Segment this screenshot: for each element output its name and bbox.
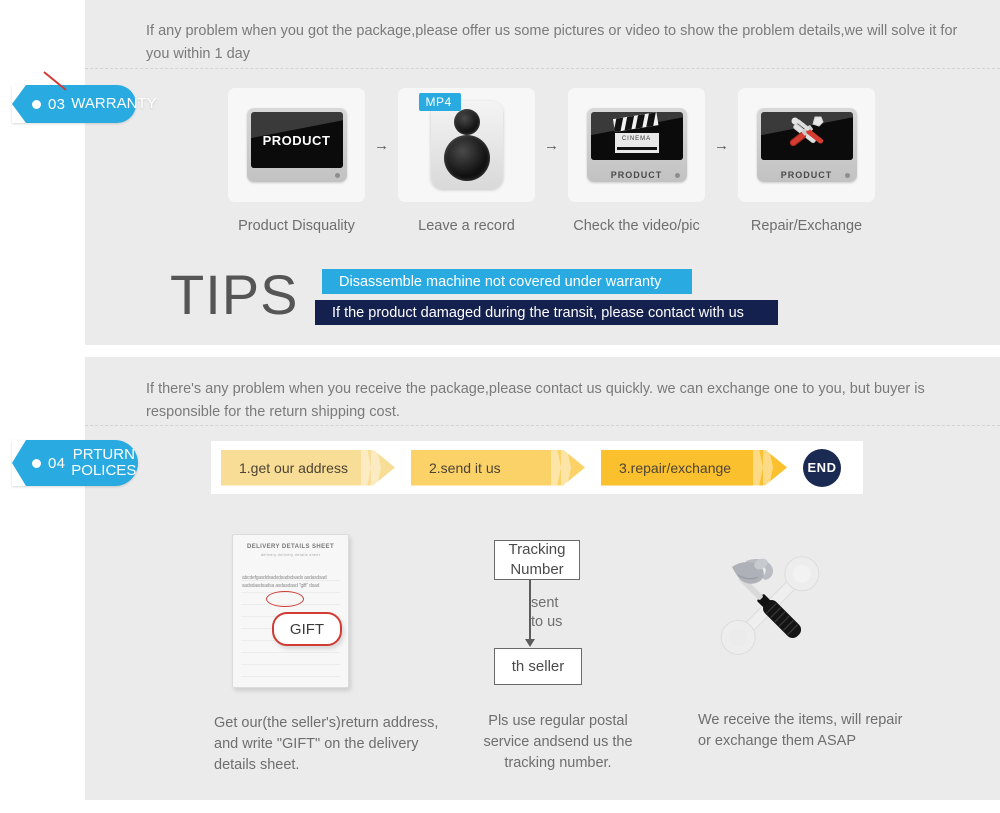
hammer-wrench-icon bbox=[720, 556, 820, 655]
callout-tail-icon bbox=[43, 71, 67, 91]
return-flow-end-badge: END bbox=[803, 448, 841, 487]
sheet-body-text: abcdefgasddsadsdsadsdsads asdasdsadsadsd… bbox=[242, 575, 327, 589]
return-flow-step-3[interactable]: 3.repair/exchange bbox=[601, 450, 787, 486]
speaker-cone-small-icon bbox=[453, 109, 480, 135]
step-card: PRODUCT bbox=[228, 88, 365, 202]
gift-highlight-ellipse-icon bbox=[266, 591, 304, 607]
step-caption: Product Disquality bbox=[238, 218, 355, 234]
warranty-step-2: MP4 Leave a record bbox=[398, 88, 535, 234]
step-arrow-icon: → bbox=[714, 136, 729, 154]
warranty-step-3: CINEMA PRODUCT Check the video/pic bbox=[568, 88, 705, 234]
flow-connector-label: sent to us bbox=[531, 595, 563, 630]
monitor-tools-icon: PRODUCT bbox=[756, 108, 857, 182]
tip-bar-2: If the product damaged during the transi… bbox=[315, 300, 778, 325]
step-arrow-icon: → bbox=[374, 136, 389, 154]
monitor-bezel-label: PRODUCT bbox=[780, 170, 833, 180]
return-flow-step-1[interactable]: 1.get our address bbox=[221, 450, 395, 486]
return-flow-step-1-label: 1.get our address bbox=[239, 459, 348, 476]
warranty-tag-number: 03 bbox=[48, 95, 66, 113]
warranty-tag-label: WARRANTY bbox=[71, 95, 157, 112]
monitor-bezel-label: PRODUCT bbox=[610, 170, 663, 180]
tip-bar-1: Disassemble machine not covered under wa… bbox=[322, 269, 692, 294]
step-card: CINEMA PRODUCT bbox=[568, 88, 705, 202]
warranty-divider bbox=[85, 68, 1000, 69]
step-card: MP4 bbox=[398, 88, 535, 202]
seller-box: th seller bbox=[494, 648, 582, 685]
return-flow-band: 1.get our address 2.send it us 3.repair/… bbox=[211, 441, 863, 494]
return-flow-step-3-label: 3.repair/exchange bbox=[619, 459, 732, 476]
step-caption: Leave a record bbox=[418, 218, 515, 234]
power-led-icon bbox=[334, 173, 340, 178]
returns-column-2-caption: Pls use regular postal service andsend u… bbox=[483, 713, 633, 771]
monitor-screen: CINEMA bbox=[590, 112, 683, 160]
gift-callout-bubble: GIFT bbox=[272, 612, 342, 646]
clapper-label: CINEMA bbox=[621, 136, 652, 142]
screwdriver-wrench-icon bbox=[783, 114, 831, 159]
step-card: PRODUCT bbox=[738, 88, 875, 202]
warranty-intro-text: If any problem when you got the package,… bbox=[146, 23, 958, 62]
warranty-step-1: PRODUCT Product Disquality bbox=[228, 88, 365, 234]
speaker-cone-large-icon bbox=[443, 135, 490, 181]
return-flow-step-2-label: 2.send it us bbox=[429, 459, 501, 476]
tip-bar-2-text: If the product damaged during the transi… bbox=[332, 304, 744, 321]
chevron-right-icon bbox=[561, 450, 571, 486]
mp4-badge: MP4 bbox=[418, 93, 461, 111]
step-caption: Repair/Exchange bbox=[750, 218, 863, 234]
sheet-subtitle: delivery delivery details sheet bbox=[260, 553, 321, 557]
bullet-dot-icon bbox=[32, 458, 41, 468]
bullet-dot-icon bbox=[32, 99, 41, 109]
clapperboard-icon: CINEMA bbox=[612, 112, 659, 153]
returns-tag-label: PRTURN POLICES bbox=[71, 446, 137, 479]
chevron-right-icon bbox=[361, 450, 371, 486]
promo-page: If any problem when you got the package,… bbox=[0, 0, 1000, 813]
monitor-screen: PRODUCT bbox=[250, 112, 343, 168]
section-tag-returns[interactable]: 04 PRTURN POLICES bbox=[12, 440, 138, 486]
sheet-title: DELIVERY DETAILS SHEET bbox=[246, 544, 335, 550]
returns-divider bbox=[85, 425, 1000, 426]
monitor-product-icon: PRODUCT bbox=[246, 108, 347, 182]
step-caption: Check the video/pic bbox=[573, 218, 700, 234]
returns-column-1-caption: Get our(the seller's)return address, and… bbox=[214, 715, 439, 773]
returns-intro-text: If there's any problem when you receive … bbox=[146, 381, 925, 420]
mp4-recorder-icon: MP4 bbox=[418, 93, 503, 189]
monitor-screen bbox=[760, 112, 853, 160]
monitor-bezel: PRODUCT bbox=[757, 168, 857, 182]
delivery-sheet-icon: DELIVERY DETAILS SHEET delivery delivery… bbox=[232, 534, 349, 688]
power-led-icon bbox=[674, 173, 680, 178]
tip-bar-1-text: Disassemble machine not covered under wa… bbox=[339, 273, 662, 290]
monitor-bezel: PRODUCT bbox=[587, 168, 687, 182]
chevron-right-icon bbox=[371, 450, 381, 486]
chevron-right-icon bbox=[551, 450, 561, 486]
power-led-icon bbox=[844, 173, 850, 178]
return-flow-step-2[interactable]: 2.send it us bbox=[411, 450, 585, 486]
warranty-step-4: PRODUCT Repair/Exchange bbox=[738, 88, 875, 234]
chevron-right-icon bbox=[753, 450, 763, 486]
tracking-number-box: Tracking Number bbox=[494, 540, 580, 580]
gift-callout-label: GIFT bbox=[289, 620, 325, 638]
monitor-clapperboard-icon: CINEMA PRODUCT bbox=[586, 108, 687, 182]
chevron-right-icon bbox=[763, 450, 773, 486]
monitor-screen-label: PRODUCT bbox=[262, 132, 331, 148]
warranty-steps: PRODUCT Product Disquality → MP4 Leave a… bbox=[228, 88, 875, 234]
returns-column-3-caption: We receive the items, will repair or exc… bbox=[698, 712, 903, 749]
section-tag-warranty[interactable]: 03 WARRANTY bbox=[12, 85, 157, 123]
tips-heading: TIPS bbox=[170, 263, 299, 326]
returns-tag-number: 04 bbox=[48, 454, 66, 472]
step-arrow-icon: → bbox=[544, 136, 559, 154]
